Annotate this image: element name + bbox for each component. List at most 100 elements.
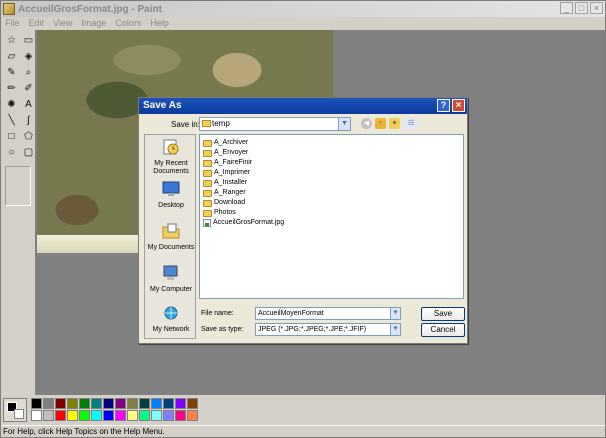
tool-options-panel[interactable] bbox=[5, 166, 31, 206]
color-swatch[interactable] bbox=[127, 398, 138, 409]
minimize-button[interactable]: _ bbox=[560, 2, 573, 14]
line-icon[interactable]: ╲ bbox=[4, 113, 19, 128]
color-swatch[interactable] bbox=[139, 410, 150, 421]
folder-item[interactable]: A_FaireFinir bbox=[203, 158, 252, 168]
color-swatch[interactable] bbox=[187, 398, 198, 409]
back-icon[interactable]: ◀ bbox=[361, 118, 372, 129]
folder-item[interactable]: A_Installer bbox=[203, 178, 247, 188]
rounded-rect-icon[interactable]: ▢ bbox=[21, 145, 36, 160]
eraser-icon[interactable]: ▱ bbox=[4, 49, 19, 64]
place-label: Desktop bbox=[158, 202, 184, 209]
save-in-label: Save in: bbox=[171, 120, 200, 129]
dialog-close-button[interactable]: × bbox=[452, 99, 465, 112]
text-icon[interactable]: A bbox=[21, 97, 36, 112]
save-in-dropdown[interactable]: temp ▼ bbox=[199, 117, 351, 131]
menu-colors[interactable]: Colors bbox=[115, 18, 141, 28]
color-swatch[interactable] bbox=[103, 410, 114, 421]
color-swatch[interactable] bbox=[187, 410, 198, 421]
views-menu-icon[interactable]: ☷ bbox=[403, 118, 419, 129]
color-swatch[interactable] bbox=[115, 398, 126, 409]
new-folder-icon[interactable]: ✦ bbox=[389, 118, 400, 129]
folder-item[interactable]: A_Archiver bbox=[203, 138, 248, 148]
airbrush-icon[interactable]: ✺ bbox=[4, 97, 19, 112]
color-swatch[interactable] bbox=[151, 410, 162, 421]
color-swatch[interactable] bbox=[43, 410, 54, 421]
color-swatch[interactable] bbox=[79, 410, 90, 421]
help-button[interactable]: ? bbox=[437, 99, 450, 112]
maximize-button[interactable]: □ bbox=[575, 2, 588, 14]
color-swatch[interactable] bbox=[55, 410, 66, 421]
color-swatch[interactable] bbox=[175, 410, 186, 421]
rectangle-icon[interactable]: □ bbox=[4, 129, 19, 144]
current-colors[interactable] bbox=[3, 398, 27, 422]
save-as-type-dropdown[interactable]: JPEG (*.JPG;*.JPEG;*.JPE;*.JFIF) ▼ bbox=[255, 323, 401, 336]
color-swatch[interactable] bbox=[31, 398, 42, 409]
fill-icon[interactable]: ◈ bbox=[21, 49, 36, 64]
cancel-button[interactable]: Cancel bbox=[421, 323, 465, 337]
title-bar[interactable]: AccueilGrosFormat.jpg - Paint _ □ × bbox=[1, 1, 605, 17]
place-label: My Documents bbox=[147, 244, 195, 251]
place-desktop[interactable]: Desktop bbox=[145, 181, 197, 210]
save-as-type-value: JPEG (*.JPG;*.JPEG;*.JPE;*.JFIF) bbox=[258, 326, 367, 333]
color-swatch[interactable] bbox=[103, 398, 114, 409]
color-swatch[interactable] bbox=[43, 398, 54, 409]
color-swatch[interactable] bbox=[163, 410, 174, 421]
background-color[interactable] bbox=[14, 409, 24, 419]
color-swatch[interactable] bbox=[163, 398, 174, 409]
place-recent-documents[interactable]: My Recent Documents bbox=[145, 139, 197, 176]
menu-edit[interactable]: Edit bbox=[29, 18, 45, 28]
color-swatch[interactable] bbox=[151, 398, 162, 409]
file-name: Photos bbox=[214, 209, 236, 216]
free-select-icon[interactable]: ☆ bbox=[4, 33, 19, 48]
folder-item[interactable]: Download bbox=[203, 198, 245, 208]
close-button[interactable]: × bbox=[590, 2, 603, 14]
menu-image[interactable]: Image bbox=[81, 18, 106, 28]
color-swatch[interactable] bbox=[67, 410, 78, 421]
color-swatch[interactable] bbox=[31, 410, 42, 421]
place-my-network[interactable]: My Network bbox=[145, 305, 197, 334]
menu-file[interactable]: File bbox=[5, 18, 20, 28]
menu-help[interactable]: Help bbox=[150, 18, 169, 28]
color-swatch[interactable] bbox=[127, 410, 138, 421]
pencil-icon[interactable]: ✏ bbox=[4, 81, 19, 96]
dialog-title: Save As bbox=[143, 100, 182, 111]
color-swatch[interactable] bbox=[67, 398, 78, 409]
place-my-documents[interactable]: My Documents bbox=[145, 223, 197, 252]
polygon-icon[interactable]: ⬠ bbox=[21, 129, 36, 144]
folder-item[interactable]: A_Imprimer bbox=[203, 168, 250, 178]
file-item[interactable]: AccueilGrosFormat.jpg bbox=[203, 218, 284, 228]
color-swatch[interactable] bbox=[79, 398, 90, 409]
chevron-down-icon[interactable]: ▼ bbox=[338, 118, 350, 130]
save-button[interactable]: Save bbox=[421, 307, 465, 321]
rect-select-icon[interactable]: ▭ bbox=[21, 33, 36, 48]
picker-icon[interactable]: ✎ bbox=[4, 65, 19, 80]
up-folder-icon[interactable]: ↑ bbox=[375, 118, 386, 129]
folder-item[interactable]: A_Envoyer bbox=[203, 148, 248, 158]
magnifier-icon[interactable]: ⌕ bbox=[21, 65, 36, 80]
color-swatch[interactable] bbox=[139, 398, 150, 409]
menu-view[interactable]: View bbox=[53, 18, 72, 28]
folder-item[interactable]: A_Ranger bbox=[203, 188, 246, 198]
color-swatch[interactable] bbox=[175, 398, 186, 409]
color-swatch[interactable] bbox=[55, 398, 66, 409]
file-list[interactable]: A_Archiver A_Envoyer A_FaireFinir A_Imprime… bbox=[199, 134, 464, 299]
file-name: A_Ranger bbox=[214, 189, 246, 196]
file-name-label: File name: bbox=[201, 310, 234, 317]
chevron-down-icon[interactable]: ▼ bbox=[390, 324, 400, 335]
folder-icon bbox=[203, 149, 212, 157]
ellipse-icon[interactable]: ○ bbox=[4, 145, 19, 160]
color-swatch[interactable] bbox=[91, 398, 102, 409]
dialog-title-bar[interactable]: Save As ? × bbox=[139, 98, 467, 114]
file-name: A_Archiver bbox=[214, 139, 249, 146]
brush-icon[interactable]: ✐ bbox=[21, 81, 36, 96]
folder-item[interactable]: Photos bbox=[203, 208, 236, 218]
color-swatch[interactable] bbox=[115, 410, 126, 421]
place-my-computer[interactable]: My Computer bbox=[145, 265, 197, 294]
color-swatch[interactable] bbox=[91, 410, 102, 421]
file-name: A_FaireFinir bbox=[214, 159, 253, 166]
my-computer-icon bbox=[163, 265, 178, 280]
file-name-input[interactable]: AccueilMoyenFormat ▼ bbox=[255, 307, 401, 320]
curve-icon[interactable]: ∫ bbox=[21, 113, 36, 128]
chevron-down-icon[interactable]: ▼ bbox=[390, 308, 400, 319]
recent-documents-icon bbox=[163, 139, 179, 155]
